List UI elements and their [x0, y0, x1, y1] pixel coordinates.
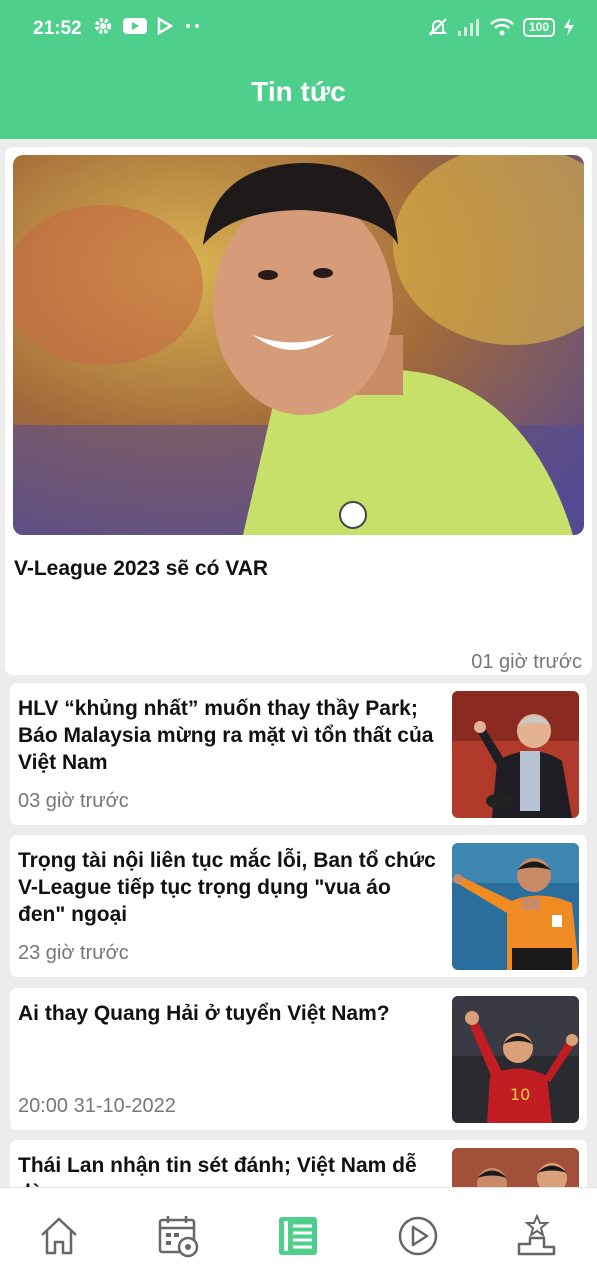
page-title: Tin tức — [251, 76, 346, 107]
news-item-time: 23 giờ trước — [18, 942, 129, 964]
news-item-thumbnail[interactable] — [452, 1148, 579, 1187]
play-store-icon — [157, 17, 173, 35]
gear-icon — [95, 18, 111, 34]
battery-icon: 100 — [522, 17, 555, 37]
nav-news[interactable] — [277, 1214, 321, 1258]
featured-news-time: 01 giờ trước — [471, 651, 582, 673]
nav-ranking[interactable] — [516, 1213, 560, 1258]
news-item-thumbnail[interactable] — [452, 691, 579, 818]
nav-schedule[interactable] — [157, 1214, 201, 1258]
news-item-time: 03 giờ trước — [18, 790, 129, 812]
news-item[interactable]: Trọng tài nội liên tục mắc lỗi, Ban tổ c… — [10, 835, 587, 977]
app-header: 21:52 100 Tin tức — [0, 0, 597, 139]
nav-video[interactable] — [396, 1214, 440, 1258]
news-item-thumbnail[interactable]: 10 — [452, 996, 579, 1123]
youtube-icon — [123, 18, 147, 34]
news-item-title[interactable]: Thái Lan nhận tin sét đánh; Việt Nam dễ … — [18, 1152, 438, 1187]
status-icons-right: 100 — [427, 16, 575, 38]
bottom-navigation — [0, 1187, 597, 1280]
schedule-icon[interactable] — [157, 1214, 201, 1258]
news-item-title[interactable]: Trọng tài nội liên tục mắc lỗi, Ban tổ c… — [18, 847, 438, 928]
status-bar: 21:52 100 — [0, 0, 597, 58]
status-icons-left — [93, 16, 203, 36]
news-item[interactable]: Ai thay Quang Hải ở tuyển Việt Nam? 20:0… — [10, 988, 587, 1130]
featured-news-title[interactable]: V-League 2023 sẽ có VAR — [14, 557, 268, 581]
news-feed[interactable]: V-League 2023 sẽ có VAR 01 giờ trước HLV… — [0, 139, 597, 1187]
news-item-title[interactable]: Ai thay Quang Hải ở tuyển Việt Nam? — [18, 1000, 438, 1027]
featured-news-card[interactable]: V-League 2023 sẽ có VAR 01 giờ trước — [5, 147, 592, 675]
news-item-title[interactable]: HLV “khủng nhất” muốn thay thầy Park; Bá… — [18, 695, 438, 776]
news-item-thumbnail[interactable] — [452, 843, 579, 970]
video-icon[interactable] — [396, 1214, 440, 1258]
signal-icon — [457, 19, 479, 36]
home-icon[interactable] — [37, 1214, 81, 1258]
news-item-time: 20:00 31-10-2022 — [18, 1095, 176, 1117]
more-dots-icon — [186, 24, 199, 28]
news-item[interactable]: HLV “khủng nhất” muốn thay thầy Park; Bá… — [10, 683, 587, 825]
charging-icon — [564, 18, 574, 36]
nav-home[interactable] — [37, 1214, 81, 1258]
ranking-icon[interactable] — [516, 1213, 560, 1258]
news-item[interactable]: Thái Lan nhận tin sét đánh; Việt Nam dễ … — [10, 1140, 587, 1187]
mute-icon — [428, 18, 448, 36]
news-icon[interactable] — [277, 1214, 321, 1258]
featured-news-image[interactable] — [13, 155, 584, 535]
status-time: 21:52 — [33, 18, 82, 39]
wifi-icon — [490, 18, 514, 36]
svg-text:10: 10 — [510, 1085, 530, 1104]
